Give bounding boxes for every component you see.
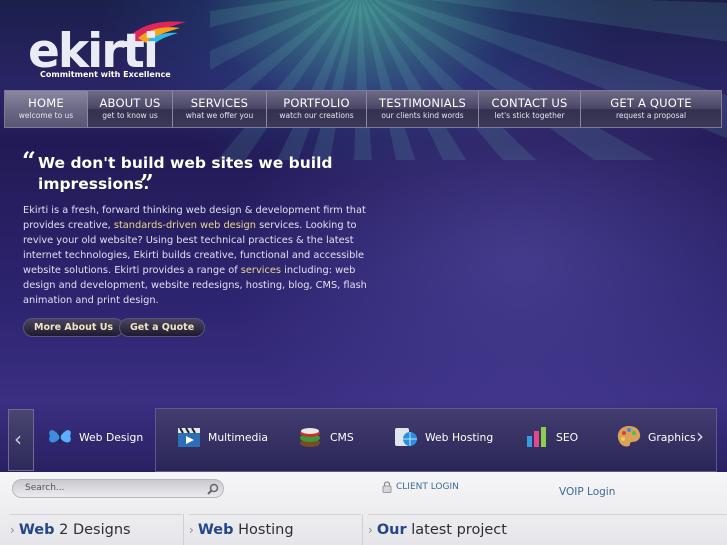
site-logo[interactable]: ekirti Commitment with Excellence xyxy=(28,18,198,80)
page: ekirti Commitment with Excellence HOME w… xyxy=(0,0,727,545)
nav-label: GET A QUOTE xyxy=(610,96,692,110)
nav-label: PORTFOLIO xyxy=(283,96,350,110)
client-login-link[interactable]: CLIENT LOGIN xyxy=(382,481,459,493)
section-title: Web 2 Designs xyxy=(19,522,131,538)
nav-sublabel: let's stick together xyxy=(494,111,565,120)
section-web2-designs[interactable]: › Web 2 Designs xyxy=(10,514,182,545)
service-label: Web Design xyxy=(79,430,144,444)
nav-label: ABOUT US xyxy=(99,96,161,110)
nav-sublabel: what we offer you xyxy=(185,111,254,120)
headline-line-1: We don't build web sites we build xyxy=(38,154,333,172)
palette-icon xyxy=(617,426,641,447)
more-about-us-button[interactable]: More About Us xyxy=(23,318,125,337)
chevron-right-icon: › xyxy=(10,523,15,537)
nav-sublabel: watch our creations xyxy=(279,111,354,120)
carousel-prev-button[interactable]: ‹ xyxy=(8,409,34,471)
service-label: Graphics xyxy=(648,430,696,444)
service-seo[interactable]: SEO xyxy=(524,424,578,450)
section-web-hosting[interactable]: › Web Hosting xyxy=(189,514,361,545)
service-cms[interactable]: CMS xyxy=(298,424,354,450)
search-input[interactable]: Search... xyxy=(12,479,224,498)
section-divider xyxy=(183,514,184,545)
service-web-design[interactable]: Web Design xyxy=(47,424,143,450)
nav-sublabel: our clients kind words xyxy=(381,111,464,120)
database-stack-icon xyxy=(300,428,320,447)
butterfly-icon xyxy=(49,430,71,444)
nav-label: SERVICES xyxy=(190,96,249,110)
section-title-strong: Web xyxy=(197,522,234,538)
search-placeholder: Search... xyxy=(25,483,65,493)
section-title-strong: Our xyxy=(376,522,407,538)
section-title-strong: Web xyxy=(18,522,55,538)
section-title: Our latest project xyxy=(377,522,507,538)
chevron-right-icon: › xyxy=(368,523,373,537)
nav-sublabel: request a proposal xyxy=(615,111,687,120)
nav-sublabel: welcome to us xyxy=(18,111,74,120)
intro-paragraph: Ekirti is a fresh, forward thinking web … xyxy=(23,203,379,308)
nav-item-testimonials[interactable]: TESTIMONIALS our clients kind words xyxy=(367,91,479,127)
section-latest-project[interactable]: › Our latest project xyxy=(368,514,727,545)
globe-server-icon xyxy=(395,428,417,446)
chevron-right-icon: › xyxy=(189,523,194,537)
nav-label: TESTIMONIALS xyxy=(379,96,466,110)
nav-item-about[interactable]: ABOUT US get to know us xyxy=(88,91,173,127)
web-design-link[interactable]: standards-driven web design xyxy=(114,220,256,231)
nav-sublabel: get to know us xyxy=(102,111,158,120)
nav-item-home[interactable]: HOME welcome to us xyxy=(5,91,88,127)
section-title-rest: latest project xyxy=(406,522,507,538)
main-nav: HOME welcome to us ABOUT US get to know … xyxy=(4,90,722,128)
nav-label: CONTACT US xyxy=(491,96,568,110)
nav-item-portfolio[interactable]: PORTFOLIO watch our creations xyxy=(267,91,367,127)
service-graphics[interactable]: Graphics xyxy=(616,424,696,450)
header-light-rays xyxy=(210,0,727,160)
service-label: Web Hosting xyxy=(425,430,494,444)
chevron-right-icon: › xyxy=(696,424,704,448)
carousel-next-button[interactable]: › xyxy=(696,424,704,448)
logo-tagline: Commitment with Excellence xyxy=(40,70,171,79)
service-multimedia[interactable]: Multimedia xyxy=(176,424,268,450)
logo-wordmark: ekirti xyxy=(28,24,159,79)
chevron-left-icon: ‹ xyxy=(14,427,22,451)
nav-item-get-quote[interactable]: GET A QUOTE request a proposal xyxy=(581,91,721,127)
section-divider xyxy=(362,514,363,545)
client-login-label: CLIENT LOGIN xyxy=(396,482,459,492)
close-quote-mark: ” xyxy=(140,169,154,198)
nav-label: HOME xyxy=(28,96,64,110)
nav-item-contact[interactable]: CONTACT US let's stick together xyxy=(479,91,581,127)
service-label: SEO xyxy=(556,430,579,444)
film-clapper-icon xyxy=(178,427,200,447)
get-a-quote-button[interactable]: Get a Quote xyxy=(119,318,206,337)
headline-line-2: impressions. xyxy=(38,175,150,193)
bar-chart-icon xyxy=(527,427,546,447)
lock-icon xyxy=(382,481,392,493)
nav-item-services[interactable]: SERVICES what we offer you xyxy=(173,91,267,127)
section-title: Web Hosting xyxy=(198,522,294,538)
section-title-rest: Hosting xyxy=(233,522,294,538)
voip-login-link[interactable]: VOIP Login xyxy=(559,486,615,498)
service-label: CMS xyxy=(330,430,354,444)
section-title-rest: 2 Designs xyxy=(54,522,131,538)
service-label: Multimedia xyxy=(208,430,269,444)
service-web-hosting[interactable]: Web Hosting xyxy=(393,424,493,450)
open-quote-mark: “ xyxy=(22,146,36,175)
services-link[interactable]: services xyxy=(241,265,281,276)
search-icon[interactable] xyxy=(207,483,219,495)
